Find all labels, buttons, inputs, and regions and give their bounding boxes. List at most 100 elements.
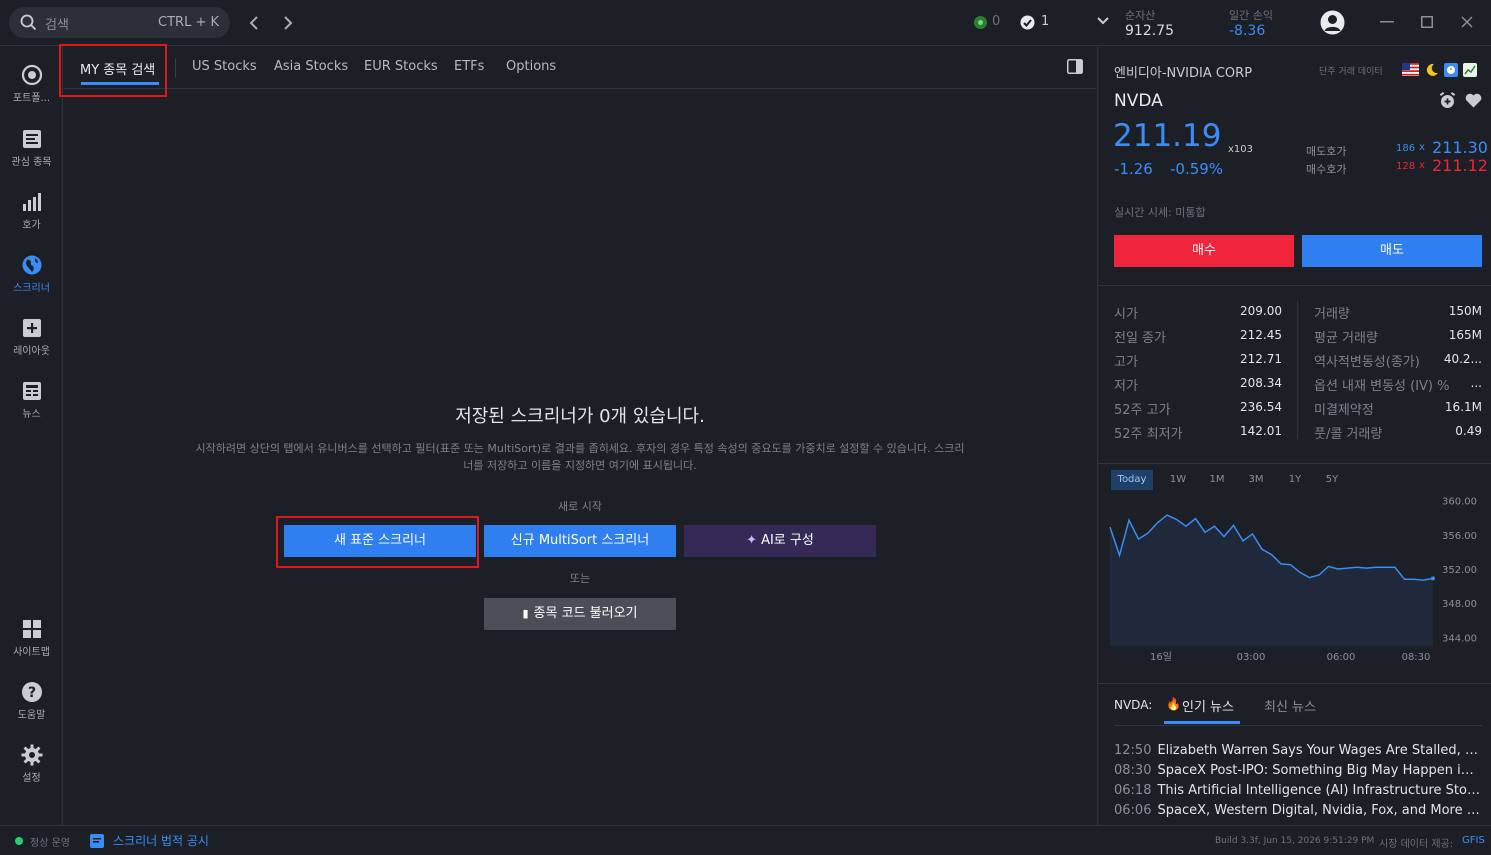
bid-size: 128	[1396, 161, 1416, 172]
highlight-box-button	[276, 516, 479, 568]
news-item[interactable]: 06:18 This Artificial Intelligence (AI) I…	[1114, 783, 1480, 798]
tab-asia-stocks[interactable]: Asia Stocks	[274, 59, 348, 74]
stat-label: 거래량	[1314, 307, 1350, 322]
news-headline: SpaceX, Western Digital, Nvidia, Fox, an…	[1157, 803, 1480, 818]
screener-main: 저장된 스크리너가 0개 있습니다. 시작하려면 상단의 탭에서 유니버스를 선…	[64, 89, 1096, 825]
search-box[interactable]: 검색 CTRL + K	[9, 7, 230, 38]
search-icon	[20, 14, 37, 31]
sell-button[interactable]: 매도	[1302, 235, 1482, 267]
x-tick-label: 08:30	[1402, 652, 1431, 663]
news-item[interactable]: 12:50 Elizabeth Warren Says Your Wages Ar…	[1114, 743, 1480, 758]
bid-label: 매수호가	[1306, 163, 1347, 176]
sidebar-item-layout[interactable]: 레이아웃	[0, 317, 63, 357]
fire-icon: 🔥	[1166, 697, 1181, 711]
ticker-symbol: NVDA	[1114, 91, 1163, 111]
data-provider-label: 시장 데이터 제공:	[1379, 839, 1454, 850]
tab-eur-stocks[interactable]: EUR Stocks	[364, 59, 438, 74]
stat-value: 212.71	[1240, 352, 1282, 366]
svg-text:?: ?	[27, 685, 35, 701]
bar-chart-icon	[22, 193, 41, 211]
ask-x: x	[1419, 142, 1425, 153]
import-tickers-button[interactable]: ▮ 종목 코드 불러오기	[484, 598, 676, 630]
tab-popular-news[interactable]: 인기 뉴스	[1182, 696, 1234, 715]
stat-label: 미결제약정	[1314, 403, 1374, 418]
stat-value: 142.01	[1240, 424, 1282, 438]
stat-value: 212.45	[1240, 328, 1282, 342]
company-name: 엔비디아-NVIDIA CORP	[1114, 66, 1253, 81]
user-avatar-icon[interactable]	[1320, 10, 1345, 35]
alarm-add-icon[interactable]	[1439, 92, 1456, 109]
sidebar-item-settings[interactable]: 설정	[0, 744, 63, 784]
news-tab-indicator	[1164, 721, 1240, 724]
maximize-icon[interactable]	[1421, 16, 1433, 28]
sidebar-item-label: 포트폴...	[12, 93, 51, 104]
tab-etfs[interactable]: ETFs	[454, 59, 484, 74]
price-change: -1.26	[1114, 160, 1153, 178]
sidebar-item-watchlist[interactable]: 관심 종목	[0, 128, 63, 168]
green-status-icon[interactable]	[973, 15, 988, 30]
sample-data-label: 단주 거래 데이터	[1319, 67, 1383, 77]
y-tick-label: 352.00	[1442, 565, 1477, 576]
sidebar-item-sitemap[interactable]: 사이트맵	[0, 618, 63, 658]
portfolio-icon	[21, 64, 42, 86]
chevron-down-icon[interactable]	[1096, 16, 1110, 26]
data-provider-link[interactable]: GFIS	[1462, 835, 1485, 846]
stat-value: ...	[1470, 376, 1482, 390]
last-price-point	[1431, 576, 1435, 581]
sidebar-item-help[interactable]: ? 도움말	[0, 681, 63, 721]
news-headline: SpaceX Post-IPO: Something Big May Happe…	[1157, 763, 1480, 778]
tab-options[interactable]: Options	[506, 59, 556, 74]
tab-us-stocks[interactable]: US Stocks	[192, 59, 257, 74]
top-bar: 검색 CTRL + K 0 1 순자산 912.75 일간 손익 -8.36	[0, 0, 1491, 46]
x-tick-label: 06:00	[1327, 652, 1356, 663]
stats-divider	[1297, 301, 1298, 439]
sidebar-item-label: 도움말	[17, 710, 46, 721]
divider	[1098, 285, 1491, 286]
minimize-icon[interactable]	[1380, 21, 1394, 23]
y-tick-label: 356.00	[1442, 531, 1477, 542]
green-count: 0	[992, 14, 1001, 29]
check-circle-icon[interactable]	[1020, 15, 1035, 30]
news-item[interactable]: 06:06 SpaceX, Western Digital, Nvidia, Fo…	[1114, 803, 1480, 818]
x-tick-label: 03:00	[1237, 652, 1266, 663]
tab-latest-news[interactable]: 최신 뉴스	[1264, 696, 1316, 715]
sidebar-item-portfolio[interactable]: 포트폴...	[0, 64, 63, 104]
divider	[1098, 463, 1491, 464]
sidebar-item-label: 관심 종목	[11, 157, 52, 168]
heart-icon[interactable]	[1465, 93, 1482, 108]
tab-divider	[175, 58, 176, 78]
sidebar-item-label: 스크리너	[13, 283, 50, 294]
new-multisort-screener-button[interactable]: 신규 MultiSort 스크리너	[484, 525, 676, 557]
ask-price: 211.30	[1432, 138, 1488, 157]
empty-state-title: 저장된 스크리너가 0개 있습니다.	[455, 406, 705, 427]
panel-toggle-icon[interactable]	[1067, 59, 1083, 74]
forward-arrow-icon[interactable]	[282, 15, 294, 31]
net-assets-label: 순자산	[1125, 9, 1156, 22]
buy-button[interactable]: 매수	[1114, 235, 1294, 267]
sidebar-item-quotes[interactable]: 호가	[0, 191, 63, 231]
news-time: 06:18	[1114, 783, 1152, 798]
price-chart[interactable]: 360.00 356.00 352.00 348.00 344.00 16일 03:00 06…	[1098, 486, 1491, 666]
sidebar-item-screener[interactable]: 스크리너	[0, 254, 63, 294]
y-tick-label: 344.00	[1442, 633, 1477, 644]
sidebar-item-label: 레이아웃	[13, 346, 50, 357]
stat-label: 고가	[1114, 355, 1138, 370]
ai-build-button[interactable]: ✦ AI로 구성	[684, 525, 876, 557]
import-tickers-label: 종목 코드 불러오기	[533, 606, 638, 621]
or-label: 또는	[569, 572, 591, 585]
screener-tabs: MY 종목 검색 US Stocks Asia Stocks EUR Stock…	[64, 46, 1096, 89]
legal-disclosure-link[interactable]: 스크리너 법적 공시	[113, 832, 209, 849]
sidebar-item-news[interactable]: 뉴스	[0, 380, 63, 420]
stat-label: 저가	[1114, 379, 1138, 394]
ask-size: 186	[1396, 143, 1416, 154]
stat-value: 40.2...	[1443, 352, 1482, 366]
layout-add-icon	[22, 319, 41, 337]
close-icon[interactable]	[1461, 16, 1473, 28]
realtime-note: 실시간 시세: 미통합	[1114, 206, 1206, 219]
back-arrow-icon[interactable]	[248, 15, 260, 31]
stat-value: 150M	[1448, 304, 1482, 318]
news-item[interactable]: 08:30 SpaceX Post-IPO: Something Big May …	[1114, 763, 1480, 778]
stat-label: 52주 고가	[1114, 403, 1171, 418]
stat-value: 165M	[1448, 328, 1482, 342]
us-flag-icon	[1402, 63, 1419, 76]
